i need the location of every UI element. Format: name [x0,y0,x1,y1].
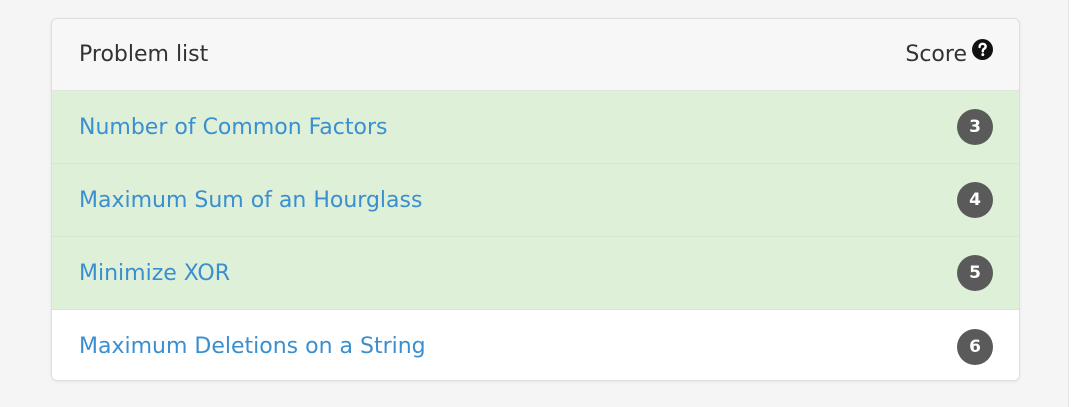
problem-link[interactable]: Maximum Deletions on a String [79,334,426,359]
problem-row: Maximum Deletions on a String 6 [52,310,1019,380]
score-badge: 3 [957,109,993,145]
adjacent-panel-edge [1068,0,1080,407]
score-badge: 6 [957,328,993,365]
problem-link[interactable]: Maximum Sum of an Hourglass [79,188,422,213]
panel-title: Problem list [79,42,209,67]
score-badge: 4 [957,182,993,218]
panel-header: Problem list Score [52,19,1019,91]
score-badge: 5 [957,255,993,291]
score-label: Score [905,42,967,67]
score-header: Score [905,39,993,67]
problem-row: Minimize XOR 5 [52,237,1019,310]
problem-rows: Number of Common Factors 3 Maximum Sum o… [52,91,1019,380]
problem-list-panel: Problem list Score Number of Common Fact… [51,18,1020,381]
problem-row: Number of Common Factors 3 [52,91,1019,164]
problem-row: Maximum Sum of an Hourglass 4 [52,164,1019,237]
problem-link[interactable]: Number of Common Factors [79,115,387,140]
question-circle-icon[interactable] [972,39,993,60]
problem-link[interactable]: Minimize XOR [79,261,230,286]
